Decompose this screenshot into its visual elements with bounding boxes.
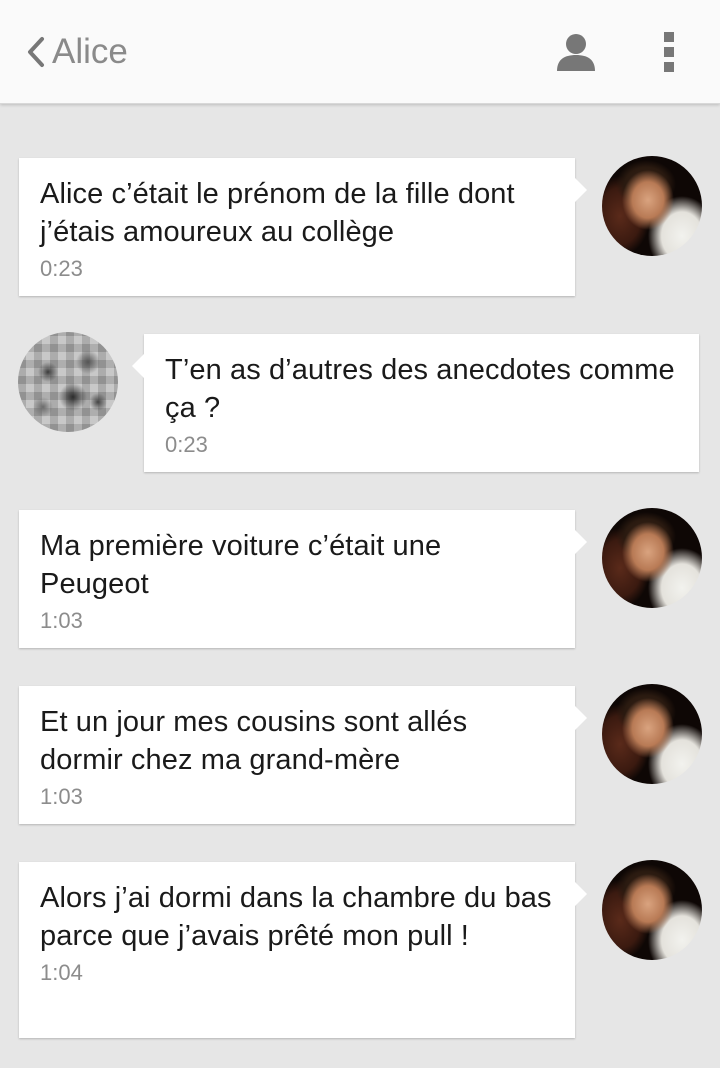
overflow-menu-button[interactable] bbox=[643, 26, 695, 78]
message-text: Et un jour mes cousins sont allés dormir… bbox=[40, 706, 468, 776]
avatar-me[interactable] bbox=[602, 860, 702, 960]
message-text: Alice c’était le prénom de la fille dont… bbox=[40, 178, 515, 248]
message-timestamp: 1:03 bbox=[40, 608, 83, 633]
message-bubble-sent[interactable]: Alice c’était le prénom de la fille dont… bbox=[19, 158, 587, 296]
message-text: T’en as d’autres des anecdotes comme ça … bbox=[165, 354, 675, 424]
bubble-tail bbox=[132, 354, 144, 378]
conversation-title: Alice bbox=[52, 32, 128, 71]
avatar-me[interactable] bbox=[602, 684, 702, 784]
avatar-me[interactable] bbox=[602, 156, 702, 256]
message-bubble-sent[interactable]: Alors j’ai dormi dans la chambre du bas … bbox=[19, 862, 587, 1038]
message-timestamp: 0:23 bbox=[40, 256, 83, 281]
back-button[interactable]: Alice bbox=[26, 22, 128, 82]
message-bubble-sent[interactable]: Ma première voiture c’était une Peugeot … bbox=[19, 510, 587, 648]
bubble-tail bbox=[575, 882, 587, 906]
person-icon bbox=[557, 34, 595, 71]
message-text: Alors j’ai dormi dans la chambre du bas … bbox=[40, 882, 552, 952]
bubble-tail bbox=[575, 178, 587, 202]
avatar-me[interactable] bbox=[602, 508, 702, 608]
chevron-left-icon bbox=[28, 37, 44, 67]
message-timestamp: 1:04 bbox=[40, 960, 83, 985]
message-bubble-sent[interactable]: Et un jour mes cousins sont allés dormir… bbox=[19, 686, 587, 824]
avatar-contact[interactable] bbox=[18, 332, 118, 432]
message-bubble-received[interactable]: T’en as d’autres des anecdotes comme ça … bbox=[132, 334, 699, 472]
message-timestamp: 1:03 bbox=[40, 784, 83, 809]
bubble-tail bbox=[575, 706, 587, 730]
bubble-tail bbox=[575, 530, 587, 554]
message-timestamp: 0:23 bbox=[165, 432, 208, 457]
message-text: Ma première voiture c’était une Peugeot bbox=[40, 530, 442, 600]
app-bar: Alice bbox=[0, 0, 720, 104]
contact-button[interactable] bbox=[550, 26, 602, 78]
more-vert-icon bbox=[664, 32, 674, 72]
